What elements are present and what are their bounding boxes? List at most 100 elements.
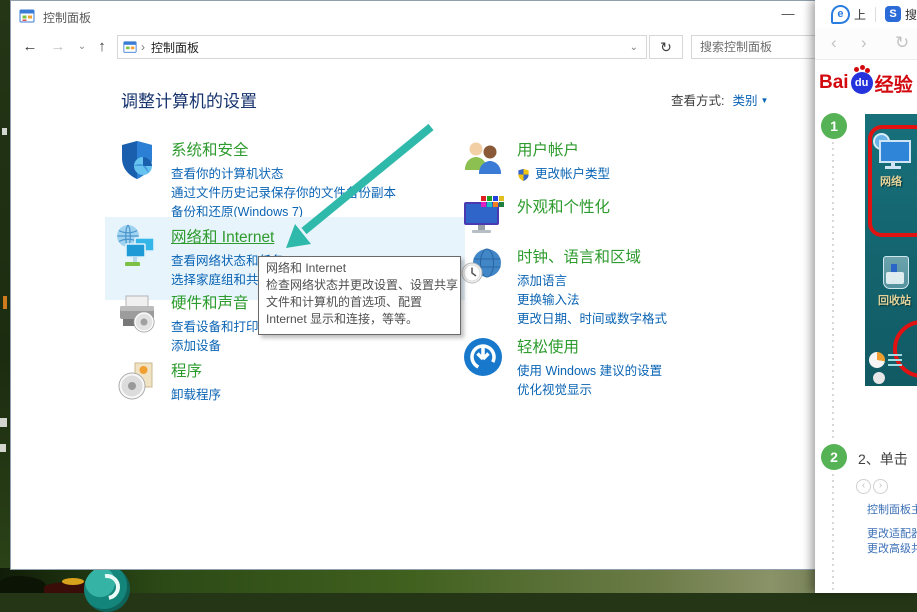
category-title-appearance[interactable]: 外观和个性化 [517, 195, 610, 217]
category-title-network-internet[interactable]: 网络和 Internet [171, 225, 274, 247]
task-link[interactable]: 使用 Windows 建议的设置 [517, 362, 662, 381]
search-box[interactable] [691, 35, 821, 59]
window-title: 控制面板 [43, 9, 91, 26]
refresh-button[interactable]: ↻ [649, 35, 683, 59]
tooltip-line: 检查网络状态并更改设置、设置共享 [266, 277, 453, 294]
category-ease-of-access: 轻松使用 使用 Windows 建议的设置 优化视觉显示 [459, 333, 811, 400]
wallpaper-speck [0, 418, 7, 427]
minimize-button[interactable]: — [771, 3, 805, 27]
browser-e-icon[interactable]: e [831, 5, 850, 24]
step-connector-line [832, 474, 834, 593]
thumbnail-pie-icon [869, 352, 885, 368]
toolbar-divider [875, 7, 876, 22]
baidu-logo-jingyan: 经验 [875, 70, 913, 97]
task-link[interactable]: 卸载程序 [171, 386, 221, 405]
step-connector-line [832, 142, 834, 438]
category-user-accounts: 用户帐户 更改帐户类型 [459, 136, 811, 184]
wallpaper-logo-circle [84, 566, 130, 612]
wallpaper-speck [2, 128, 7, 135]
hardware-sound-icon[interactable] [113, 289, 161, 337]
programs-icon[interactable] [113, 357, 161, 405]
browser-e-label[interactable]: 上 [854, 6, 866, 23]
task-link[interactable]: 更改帐户类型 [535, 165, 610, 184]
monitor-base [885, 166, 901, 169]
baidu-jingyan-logo[interactable]: Bai du 经验 [819, 68, 913, 98]
browser-back-button[interactable]: ‹ [831, 33, 837, 53]
recycle-bin-label: 回收站 [878, 292, 911, 308]
category-clock-language: 时钟、语言和区域 添加语言 更换输入法 更改日期、时间或数字格式 [459, 243, 811, 329]
view-by-label: 查看方式: [671, 94, 724, 108]
view-by-value[interactable]: 类别 [732, 94, 757, 108]
pager-prev-icon[interactable]: ‹ [856, 479, 871, 494]
view-by-control: 查看方式: 类别 ▼ [671, 90, 768, 109]
address-bar[interactable]: › 控制面板 ⌄ [117, 35, 647, 59]
sogou-label[interactable]: 搜 [905, 6, 917, 23]
task-link[interactable]: 查看设备和打印机 [171, 318, 271, 337]
category-title-clock-language[interactable]: 时钟、语言和区域 [517, 245, 641, 267]
wallpaper-shrub [0, 576, 46, 593]
back-button[interactable]: ← [19, 31, 41, 63]
uac-shield-icon [517, 168, 530, 182]
user-accounts-icon[interactable] [459, 136, 507, 184]
task-link[interactable]: 添加语言 [517, 272, 667, 291]
tooltip-line: Internet 显示和连接，等等。 [266, 311, 453, 328]
category-system-security: 系统和安全 查看你的计算机状态 通过文件历史记录保存你的文件备份副本 备份和还原… [113, 136, 465, 222]
up-button[interactable]: ↑ [91, 31, 113, 63]
clock-language-region-icon[interactable] [459, 243, 507, 291]
recent-pages-dropdown[interactable]: ⌄ [71, 31, 93, 63]
chevron-down-icon: ▼ [761, 96, 769, 105]
step-2-badge: 2 [821, 444, 847, 470]
task-link[interactable]: 更改日期、时间或数字格式 [517, 310, 667, 329]
category-title-user-accounts[interactable]: 用户帐户 [517, 138, 579, 160]
category-title-hardware-sound[interactable]: 硬件和声音 [171, 291, 249, 313]
wallpaper-speck [3, 296, 7, 309]
thumbnail-link[interactable]: 更改高级共享设置 [867, 540, 917, 556]
system-security-icon[interactable] [113, 136, 161, 184]
sogou-icon[interactable]: S [885, 6, 901, 22]
page-title: 调整计算机的设置 [121, 87, 257, 112]
tooltip-title: 网络和 Internet [266, 260, 453, 277]
tooltip: 网络和 Internet 检查网络状态并更改设置、设置共享 文件和计算机的首选项… [258, 256, 461, 335]
browser-nav-bar: ‹ › ↻ [815, 28, 917, 60]
category-programs: 程序 卸载程序 [113, 357, 465, 405]
tooltip-line: 文件和计算机的首选项、配置 [266, 294, 453, 311]
category-title-ease-of-access[interactable]: 轻松使用 [517, 335, 579, 357]
thumbnail-link[interactable]: 更改适配器设置 [867, 525, 917, 541]
tutorial-screenshot-thumbnail: 网络 回收站 [865, 114, 917, 386]
step-2-text: 2、单击 [858, 449, 908, 469]
ease-of-access-icon[interactable] [459, 333, 507, 381]
address-dropdown-icon[interactable]: ⌄ [622, 42, 646, 53]
task-link[interactable]: 添加设备 [171, 337, 271, 356]
red-annotation-circle [893, 320, 917, 378]
category-title-programs[interactable]: 程序 [171, 359, 202, 381]
network-monitor-icon [879, 140, 911, 163]
network-internet-icon[interactable] [113, 223, 161, 271]
forward-button[interactable]: → [47, 31, 69, 63]
browser-toolbar: e 上 S 搜 [815, 0, 917, 28]
appearance-personalization-icon[interactable] [459, 193, 507, 241]
task-link[interactable]: 通过文件历史记录保存你的文件备份副本 [171, 184, 396, 203]
task-link[interactable]: 查看你的计算机状态 [171, 165, 396, 184]
category-title-system-security[interactable]: 系统和安全 [171, 138, 249, 160]
task-link[interactable]: 更换输入法 [517, 291, 667, 310]
step-1-badge: 1 [821, 113, 847, 139]
browser-side-panel: e 上 S 搜 ‹ › ↻ Bai du 经验 1 网络 回收站 2 2、单击 … [815, 0, 917, 593]
control-panel-icon [123, 40, 137, 54]
desktop-wallpaper-strip [0, 568, 917, 593]
wallpaper-figure-hat [62, 578, 84, 585]
pager-next-icon[interactable]: › [873, 479, 888, 494]
network-icon-label: 网络 [880, 173, 902, 189]
wallpaper-speck [0, 444, 6, 452]
title-bar[interactable]: 控制面板 — [11, 1, 817, 31]
baidu-logo-bai: Bai [819, 72, 849, 94]
thumbnail-link[interactable]: 控制面板主页 [867, 501, 917, 517]
thumbnail-list-icon [888, 354, 902, 356]
task-link[interactable]: 优化视觉显示 [517, 381, 662, 400]
browser-refresh-button[interactable]: ↻ [895, 33, 909, 53]
breadcrumb-chevron-icon: › [141, 40, 145, 54]
search-input[interactable] [692, 36, 820, 58]
browser-forward-button[interactable]: › [861, 33, 867, 53]
recycle-bin-content [886, 272, 904, 284]
category-appearance: 外观和个性化 [459, 193, 811, 241]
breadcrumb[interactable]: 控制面板 [151, 39, 622, 56]
